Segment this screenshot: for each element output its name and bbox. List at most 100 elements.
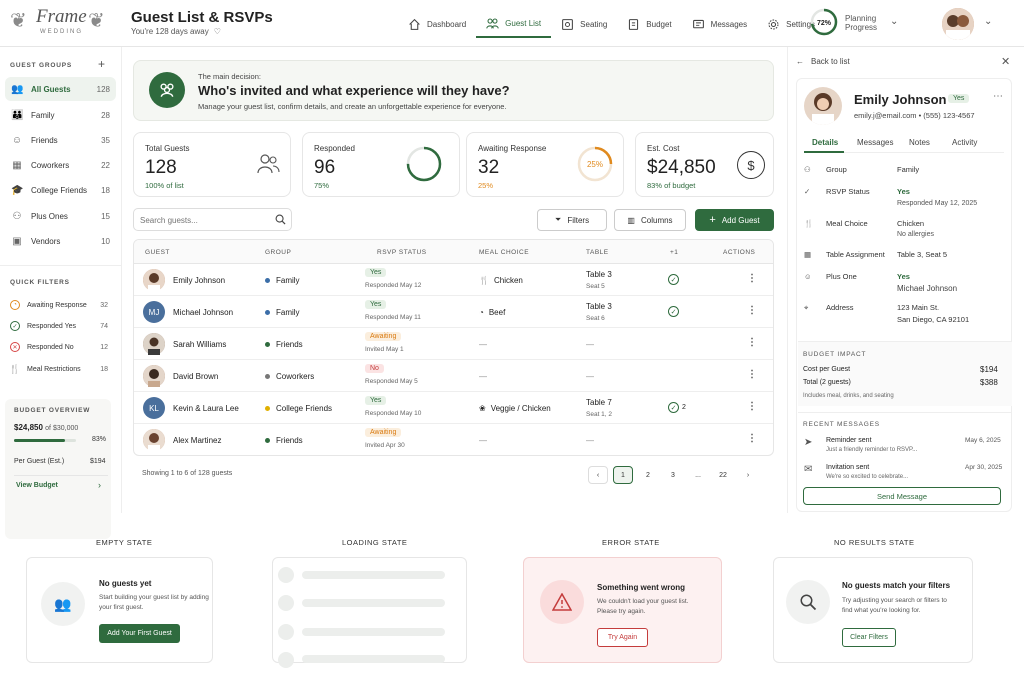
- more-actions-icon[interactable]: ⋮: [747, 433, 757, 444]
- search-icon[interactable]: [275, 214, 286, 225]
- leaf-left-icon: ❦: [10, 10, 27, 32]
- skeleton-line: [302, 628, 445, 636]
- page-1[interactable]: 1: [613, 466, 633, 484]
- tab-notes[interactable]: Notes: [909, 138, 930, 147]
- columns-button[interactable]: ▥ Columns: [614, 209, 686, 231]
- tab-details[interactable]: Details: [812, 138, 838, 147]
- table-row[interactable]: Emily Johnson Family Yes Responded May 1…: [134, 264, 773, 296]
- add-guest-button[interactable]: + Add Guest: [695, 209, 774, 231]
- stat-label: Awaiting Response: [478, 144, 547, 153]
- error-state-heading: ERROR STATE: [602, 538, 660, 547]
- error-state-card: Something went wrong We couldn't load yo…: [523, 557, 722, 663]
- next-page-icon[interactable]: ›: [738, 466, 758, 484]
- filter-meal-restrictions[interactable]: 🍴 Meal Restrictions 18: [9, 364, 108, 374]
- sidebar-item-count: 128: [96, 84, 110, 94]
- more-actions-icon[interactable]: ⋮: [747, 273, 757, 284]
- table-row[interactable]: KL Kevin & Laura Lee College Friends Yes…: [134, 392, 773, 424]
- back-label: Back to list: [811, 57, 850, 66]
- avatar[interactable]: [942, 8, 974, 40]
- col-plus-one[interactable]: +1: [670, 249, 678, 256]
- sidebar-item-plus-ones[interactable]: ⚇ Plus Ones 15: [5, 204, 116, 228]
- more-actions-icon[interactable]: ⋮: [747, 401, 757, 412]
- col-group[interactable]: GROUP: [265, 249, 291, 256]
- chevron-right-icon[interactable]: ›: [98, 480, 101, 490]
- more-actions-icon[interactable]: ⋮: [747, 305, 757, 316]
- sidebar-item-college-friends[interactable]: 🎓 College Friends 18: [5, 178, 116, 202]
- page-22[interactable]: 22: [713, 466, 733, 484]
- table-footer-text: Showing 1 to 6 of 128 guests: [142, 470, 233, 477]
- nav-seating[interactable]: Seating: [551, 10, 617, 38]
- stat-sub: 100% of list: [145, 181, 184, 190]
- stat-label: Total Guests: [145, 144, 190, 153]
- filter-responded-no[interactable]: ✕ Responded No 12: [10, 342, 108, 352]
- col-table[interactable]: TABLE: [586, 249, 609, 256]
- total-value: $388: [980, 378, 998, 387]
- filters-button[interactable]: ⏷ Filters: [537, 209, 607, 231]
- seat-assignment: Seat 6: [586, 315, 605, 322]
- table-row[interactable]: Sarah Williams Friends Awaiting Invited …: [134, 328, 773, 360]
- college-icon: 🎓: [11, 184, 24, 196]
- message-date: Apr 30, 2025: [965, 464, 1003, 471]
- prev-page-icon[interactable]: ‹: [588, 466, 608, 484]
- col-guest[interactable]: GUEST: [145, 249, 170, 256]
- try-again-button[interactable]: Try Again: [597, 628, 648, 647]
- guest-name[interactable]: Sarah Williams: [173, 340, 226, 349]
- guest-name[interactable]: Kevin & Laura Lee: [173, 404, 239, 413]
- clear-filters-button[interactable]: Clear Filters: [842, 628, 896, 647]
- more-actions-icon[interactable]: ⋮: [747, 337, 757, 348]
- status-sub: Responded May 10: [365, 410, 422, 417]
- friends-icon: ☺: [11, 134, 23, 146]
- guest-name[interactable]: David Brown: [173, 372, 218, 381]
- stat-value: 96: [314, 157, 336, 178]
- guest-name[interactable]: Emily Johnson: [173, 276, 225, 285]
- filter-awaiting-response[interactable]: ◔ Awaiting Response 32: [10, 300, 108, 310]
- tab-messages[interactable]: Messages: [857, 138, 893, 147]
- brand-logo[interactable]: ❦ Frame WEDDING ❦: [10, 6, 106, 40]
- guest-group: Family: [265, 308, 300, 317]
- empty-text-1: Start building your guest list by adding: [99, 594, 209, 601]
- table-row[interactable]: Alex Martinez Friends Awaiting Invited A…: [134, 424, 773, 455]
- add-group-icon[interactable]: +: [98, 57, 105, 71]
- sidebar-item-coworkers[interactable]: ▦ Coworkers 22: [5, 153, 116, 177]
- more-options-icon[interactable]: ⋯: [993, 91, 1003, 102]
- search-input[interactable]: [140, 213, 268, 227]
- nav-guest-list[interactable]: Guest List: [476, 10, 552, 38]
- nav-messages[interactable]: Messages: [682, 10, 757, 38]
- view-budget-link[interactable]: View Budget: [16, 482, 58, 489]
- leaf-right-icon: ❦: [88, 10, 105, 32]
- guest-detail-panel: ← Back to list ✕ Emily Johnson Yes ⋯ emil…: [787, 47, 1024, 513]
- chevron-down-icon[interactable]: ⌄: [984, 16, 992, 27]
- add-first-guest-button[interactable]: Add Your First Guest: [99, 624, 180, 643]
- heart-icon[interactable]: ♡: [214, 27, 221, 36]
- sidebar-item-vendors[interactable]: ▣ Vendors 10: [5, 229, 116, 253]
- page-3[interactable]: 3: [663, 466, 683, 484]
- more-actions-icon[interactable]: ⋮: [747, 369, 757, 380]
- guest-name[interactable]: Michael Johnson: [173, 308, 233, 317]
- send-message-button[interactable]: Send Message: [803, 487, 1001, 505]
- back-link[interactable]: ← Back to list: [796, 57, 850, 66]
- group-label: Friends: [276, 340, 303, 349]
- page-2[interactable]: 2: [638, 466, 658, 484]
- table-row[interactable]: David Brown Coworkers No Responded May 5…: [134, 360, 773, 392]
- meal-label: Beef: [488, 308, 506, 317]
- tab-activity[interactable]: Activity: [952, 138, 977, 147]
- planning-progress-ring[interactable]: 72%: [810, 8, 838, 36]
- nav-budget[interactable]: Budget: [617, 10, 681, 38]
- messages-heading: RECENT MESSAGES: [803, 421, 880, 428]
- no-results-text-1: Try adjusting your search or filters to: [842, 597, 947, 604]
- table-row[interactable]: MJ Michael Johnson Family Yes Responded …: [134, 296, 773, 328]
- sidebar-item-family[interactable]: 👪 Family 28: [5, 103, 116, 127]
- stat-awaiting: Awaiting Response 32 25% 25%: [466, 132, 624, 197]
- search-box[interactable]: [133, 208, 292, 231]
- guest-name[interactable]: Alex Martinez: [173, 436, 221, 445]
- col-rsvp[interactable]: RSVP STATUS: [377, 249, 427, 256]
- chevron-down-icon[interactable]: ⌄: [890, 16, 898, 27]
- sidebar-item-all-guests[interactable]: 👥 All Guests 128: [5, 77, 116, 101]
- filter-responded-yes[interactable]: ✓ Responded Yes 74: [10, 321, 108, 331]
- sidebar-item-friends[interactable]: ☺ Friends 35: [5, 128, 116, 152]
- nav-dashboard[interactable]: Dashboard: [398, 10, 476, 38]
- col-meal[interactable]: MEAL CHOICE: [479, 249, 529, 256]
- location-icon: ⌖: [804, 303, 809, 312]
- close-icon[interactable]: ✕: [1001, 55, 1010, 68]
- avatar: [804, 87, 842, 125]
